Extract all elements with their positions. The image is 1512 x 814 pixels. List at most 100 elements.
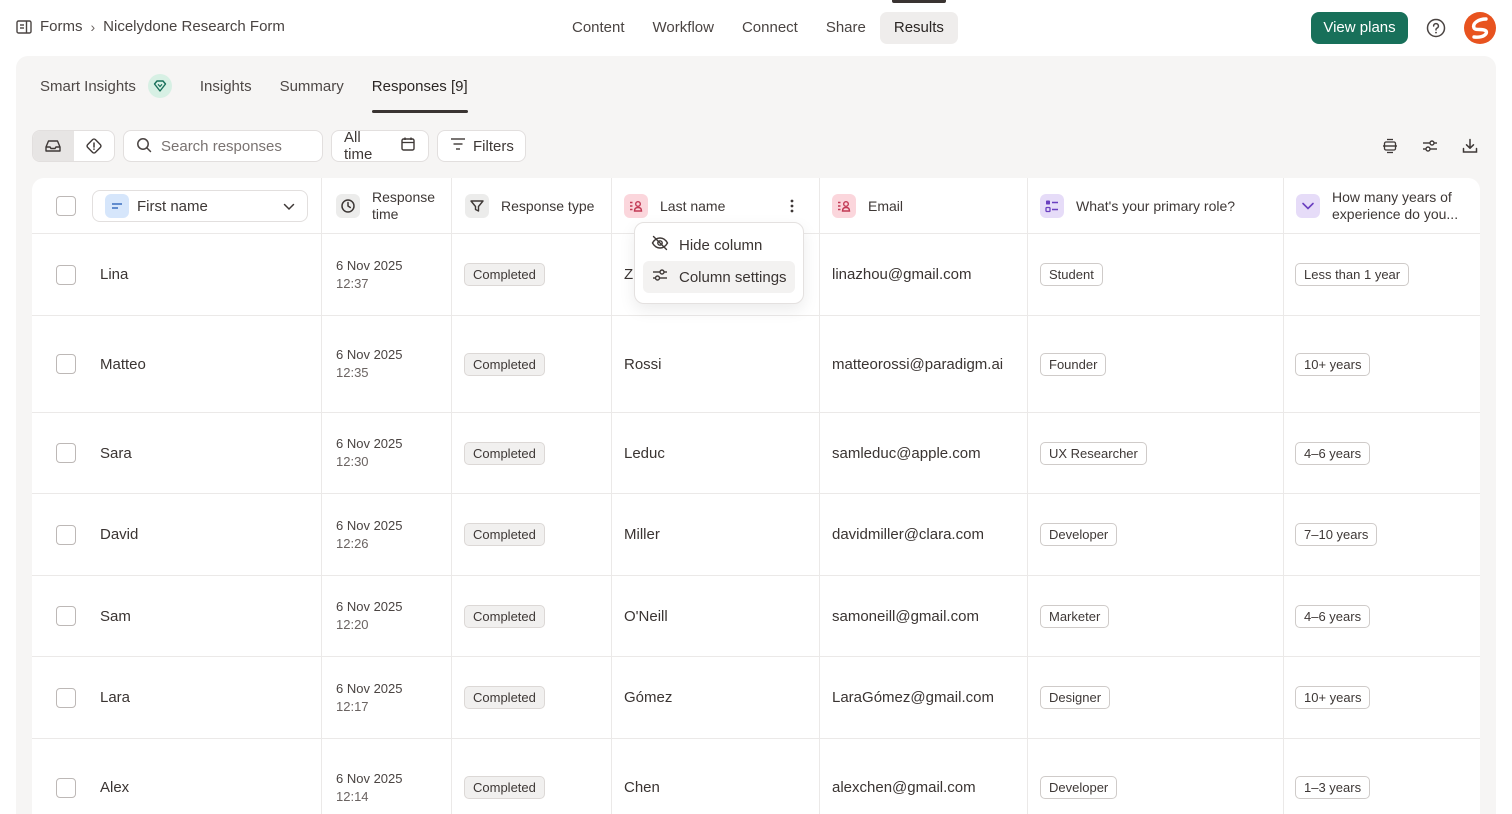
role-badge: UX Researcher [1040, 441, 1147, 465]
tab-responses[interactable]: Responses [9] [371, 78, 468, 113]
tab-insights[interactable]: Insights [200, 78, 252, 95]
last-name-header-label: Last name [660, 198, 726, 214]
response-date: 6 Nov 2025 [336, 517, 403, 533]
contact-icon [624, 194, 648, 218]
hide-column-label: Hide column [679, 236, 763, 254]
calendar-icon [400, 136, 416, 156]
search-input[interactable] [161, 137, 311, 155]
table-row[interactable]: Matteo 6 Nov 2025 12:35 Completed Rossi m… [32, 316, 1480, 413]
response-hour: 12:14 [336, 788, 369, 804]
column-settings-menu-item[interactable]: Column settings [643, 261, 795, 293]
response-time-cell: 6 Nov 2025 12:26 [336, 494, 403, 575]
experience-badge: 4–6 years [1295, 604, 1371, 628]
results-tabs: Smart Insights Insights Summary Response… [40, 74, 496, 113]
response-date: 6 Nov 2025 [336, 680, 403, 696]
role-badge: Student [1040, 263, 1103, 286]
more-vertical-icon[interactable] [784, 198, 800, 214]
response-time-cell: 6 Nov 2025 12:17 [336, 657, 403, 738]
breadcrumb-forms-link[interactable]: Forms [40, 18, 83, 35]
nav-content[interactable]: Content [558, 12, 639, 44]
role-badge: Designer [1040, 686, 1111, 709]
date-filter-button[interactable]: All time [331, 129, 429, 163]
last-name-cell: Miller [624, 526, 660, 543]
header-response-type[interactable]: Response type [465, 178, 594, 234]
nav-workflow[interactable]: Workflow [639, 12, 728, 44]
role-header-label: What's your primary role? [1076, 198, 1236, 214]
header-primary-role[interactable]: What's your primary role? [1040, 178, 1235, 234]
filters-button[interactable]: Filters [437, 130, 526, 162]
experience-badge: 4–6 years [1295, 441, 1371, 465]
email-cell: alexchen@gmail.com [832, 779, 976, 796]
results-panel: Smart Insights Insights Summary Response… [16, 56, 1496, 814]
top-bar: Forms › Nicelydone Research Form Content… [0, 0, 1512, 56]
table-row[interactable]: Sara 6 Nov 2025 12:30 Completed Leduc sam… [32, 413, 1480, 494]
response-date: 6 Nov 2025 [336, 436, 403, 451]
role-badge: Founder [1040, 352, 1107, 376]
first-name-cell: Sara [100, 444, 132, 462]
response-type-badge: Completed [464, 352, 545, 376]
row-checkbox[interactable] [56, 264, 76, 285]
tab-smart-insights[interactable]: Smart Insights [40, 74, 172, 98]
date-filter-label: All time [344, 129, 373, 163]
response-type-badge: Completed [464, 441, 545, 465]
inbox-view-button[interactable] [33, 131, 74, 161]
table-row[interactable]: Sam 6 Nov 2025 12:20 Completed O'Neill sa… [32, 576, 1480, 657]
header-experience[interactable]: How many years of experience do you... [1296, 178, 1476, 234]
column-settings-label: Column settings [679, 268, 787, 286]
row-checkbox[interactable] [56, 777, 76, 798]
response-type-badge: Completed [464, 686, 545, 709]
first-name-cell: Lara [100, 689, 131, 706]
row-checkbox[interactable] [56, 354, 76, 374]
nav-connect[interactable]: Connect [728, 12, 812, 44]
row-checkbox[interactable] [56, 443, 76, 463]
response-time-cell: 6 Nov 2025 12:20 [336, 576, 403, 656]
table-row[interactable]: Lara 6 Nov 2025 12:17 Completed Gómez Lar… [32, 657, 1480, 739]
first-name-column-select[interactable]: First name [92, 190, 308, 222]
help-circle-icon[interactable] [1424, 16, 1448, 40]
email-cell: samoneill@gmail.com [832, 607, 979, 625]
email-cell: davidmiller@clara.com [832, 526, 984, 543]
nav-share[interactable]: Share [812, 12, 880, 44]
row-checkbox[interactable] [56, 524, 76, 545]
breadcrumb-current: Nicelydone Research Form [103, 18, 285, 35]
response-time-cell: 6 Nov 2025 12:14 [336, 739, 403, 814]
smart-view-button[interactable] [74, 131, 115, 161]
row-checkbox[interactable] [56, 606, 76, 626]
first-name-cell: Lina [100, 266, 129, 283]
view-plans-button[interactable]: View plans [1311, 12, 1408, 44]
view-toggle [32, 130, 115, 162]
table-row[interactable]: David 6 Nov 2025 12:26 Completed Miller d… [32, 494, 1480, 576]
column-options-menu: Hide column Column settings [634, 222, 804, 304]
column-settings-icon[interactable] [1420, 136, 1440, 156]
brand-logo[interactable] [1463, 11, 1497, 45]
multiple-choice-icon [1040, 194, 1064, 218]
response-type-badge: Completed [464, 776, 545, 799]
response-hour: 12:37 [336, 275, 369, 291]
first-name-cell: David [100, 526, 139, 543]
download-icon[interactable] [1460, 136, 1480, 156]
row-checkbox[interactable] [56, 687, 76, 708]
response-type-badge: Completed [464, 604, 545, 628]
last-name-cell: Chen [624, 779, 660, 796]
email-header-label: Email [868, 198, 904, 214]
header-response-time[interactable]: Response time [336, 178, 446, 234]
tab-label: Smart Insights [40, 77, 136, 95]
response-type-header-label: Response type [501, 198, 595, 214]
response-date: 6 Nov 2025 [336, 599, 403, 614]
nav-results[interactable]: Results [879, 0, 958, 44]
response-time-cell: 6 Nov 2025 12:30 [336, 413, 403, 493]
header-email[interactable]: Email [832, 178, 903, 234]
responses-toolbar: All time Filters [32, 129, 1480, 163]
select-all-checkbox[interactable] [56, 196, 76, 216]
chevron-right-icon: › [90, 18, 96, 35]
response-hour: 12:30 [336, 454, 369, 469]
tab-summary[interactable]: Summary [280, 78, 344, 95]
role-badge: Marketer [1040, 604, 1110, 628]
diamond-icon [147, 74, 172, 98]
table-row[interactable]: Alex 6 Nov 2025 12:14 Completed Chen alex… [32, 739, 1480, 814]
last-name-cell: Leduc [624, 444, 665, 462]
last-name-cell: Rossi [624, 355, 662, 373]
hide-column-menu-item[interactable]: Hide column [643, 229, 795, 261]
row-height-icon[interactable] [1380, 136, 1400, 156]
response-time-cell: 6 Nov 2025 12:35 [336, 316, 403, 412]
